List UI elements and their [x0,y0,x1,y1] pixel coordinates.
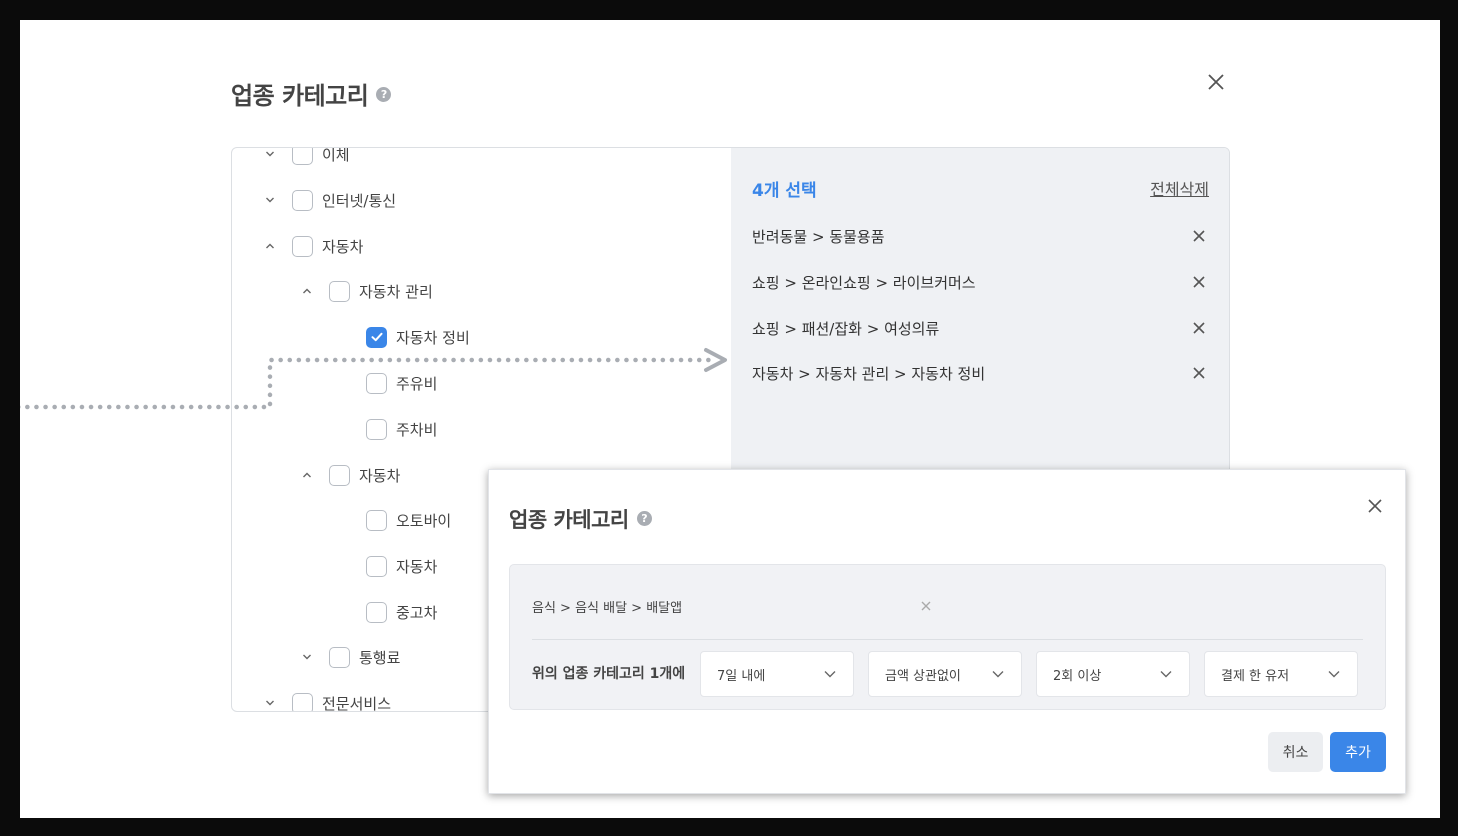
tree-item[interactable]: 자동차 관리 [295,279,433,303]
tree-item[interactable]: 자동차 [295,463,400,487]
add-button[interactable]: 추가 [1330,732,1386,772]
tree-item-label: 전문서비스 [322,694,392,712]
checkbox[interactable] [366,509,387,531]
category-path: 음식 > 음식 배달 > 배달앱 [532,601,683,616]
period-dropdown-value: 7일 내에 [717,668,766,684]
selected-item-label: 쇼핑 > 온라인쇼핑 > 라이브커머스 [752,273,976,292]
chevron-down-icon [1328,671,1340,678]
tree-item-label: 자동차 [322,237,364,256]
checkbox[interactable] [292,148,313,165]
tree-item-label: 이체 [322,148,350,164]
tree-item[interactable]: 주유비 [295,371,437,395]
checkbox[interactable] [292,692,313,711]
chevron-down-icon[interactable] [295,645,319,669]
help-icon[interactable]: ? [376,86,392,102]
remove-path-icon[interactable] [918,598,934,614]
chevron-up-icon[interactable] [258,234,282,258]
period-dropdown[interactable]: 7일 내에 [700,651,854,697]
help-icon[interactable]: ? [636,510,652,526]
back-modal-title-text: 업종 카테고리 [231,82,369,110]
tree-item[interactable]: 인터넷/통신 [258,188,396,212]
selected-item: 자동차 > 자동차 관리 > 자동차 정비 [752,361,1209,385]
back-modal-close-icon[interactable] [1204,70,1228,94]
selected-item-label: 자동차 > 자동차 관리 > 자동차 정비 [752,364,986,383]
tree-item[interactable]: 자동차 정비 [295,325,470,349]
chevron-down-icon [824,671,836,678]
cancel-button[interactable]: 취소 [1268,732,1323,772]
tree-item-label: 오토바이 [396,511,452,530]
tree-item-label: 자동차 [396,557,438,576]
selected-item-label: 반려동물 > 동물용품 [752,227,885,246]
tree-item-label: 주유비 [396,374,438,393]
tree-item-label: 중고차 [396,603,438,622]
selected-item-label: 쇼핑 > 패션/잡화 > 여성의류 [752,319,940,338]
checkbox-checked[interactable] [366,326,387,348]
tree-item[interactable]: 자동차 [295,554,437,578]
tree-item[interactable]: 중고차 [295,600,437,624]
tree-item-label: 자동차 관리 [359,282,433,301]
checkbox[interactable] [366,418,387,440]
tree-item[interactable]: 자동차 [258,234,363,258]
tree-item[interactable]: 주차비 [295,417,437,441]
check-icon [371,332,382,342]
chevron-up-icon[interactable] [295,463,319,487]
condition-label: 위의 업종 카테고리 1개에 [532,666,686,682]
clear-all-link[interactable]: 전체삭제 [1150,176,1209,200]
chevron-down-icon [1160,671,1172,678]
frequency-dropdown-value: 2회 이상 [1053,668,1102,684]
amount-dropdown-value: 금액 상관없이 [885,668,961,684]
remove-icon[interactable] [1189,272,1209,292]
screen-frame: 업종 카테고리? 이체 인터넷/통신 자동차 자동차 관리 자동차 정비 주유비 주차비 자동… [20,20,1440,818]
condition-box: 음식 > 음식 배달 > 배달앱 위의 업종 카테고리 1개에 7일 내에 금액… [509,564,1386,710]
checkbox[interactable] [329,280,350,302]
front-modal-title-text: 업종 카테고리 [509,508,629,532]
remove-icon[interactable] [1189,363,1209,383]
tree-item-label: 인터넷/통신 [322,191,397,210]
checkbox[interactable] [329,646,350,668]
selected-item: 쇼핑 > 온라인쇼핑 > 라이브커머스 [752,270,1209,294]
user-type-dropdown-value: 결제 한 유저 [1221,668,1290,684]
user-type-dropdown[interactable]: 결제 한 유저 [1204,651,1358,697]
checkbox[interactable] [366,372,387,394]
divider [532,639,1363,640]
tree-item[interactable]: 통행료 [295,645,400,669]
front-modal-title: 업종 카테고리? [509,504,652,534]
checkbox[interactable] [329,464,350,486]
remove-icon[interactable] [1189,318,1209,338]
chevron-up-icon[interactable] [295,279,319,303]
chevron-down-icon[interactable] [258,148,282,166]
remove-icon[interactable] [1189,226,1209,246]
checkbox[interactable] [366,555,387,577]
amount-dropdown[interactable]: 금액 상관없이 [868,651,1022,697]
back-modal-title: 업종 카테고리? [231,76,392,111]
checkbox[interactable] [366,601,387,623]
chevron-down-icon[interactable] [258,691,282,711]
tree-item[interactable]: 전문서비스 [258,691,391,711]
front-modal-close-icon[interactable] [1365,496,1385,516]
tree-item-label: 자동차 [359,466,401,485]
tree-item-label: 주차비 [396,420,438,439]
selected-item: 쇼핑 > 패션/잡화 > 여성의류 [752,316,1209,340]
tree-item[interactable]: 오토바이 [295,508,451,532]
frequency-dropdown[interactable]: 2회 이상 [1036,651,1190,697]
selected-item: 반려동물 > 동물용품 [752,224,1209,248]
chevron-down-icon[interactable] [258,188,282,212]
tree-item-label: 통행료 [359,648,401,667]
checkbox[interactable] [292,235,313,257]
chevron-down-icon [992,671,1004,678]
selected-count: 4개 선택 [752,181,817,201]
tree-item-label: 자동차 정비 [396,328,470,347]
tree-item[interactable]: 이체 [258,148,350,166]
front-modal: 업종 카테고리? 음식 > 음식 배달 > 배달앱 위의 업종 카테고리 1개에… [488,469,1406,794]
checkbox[interactable] [292,189,313,211]
